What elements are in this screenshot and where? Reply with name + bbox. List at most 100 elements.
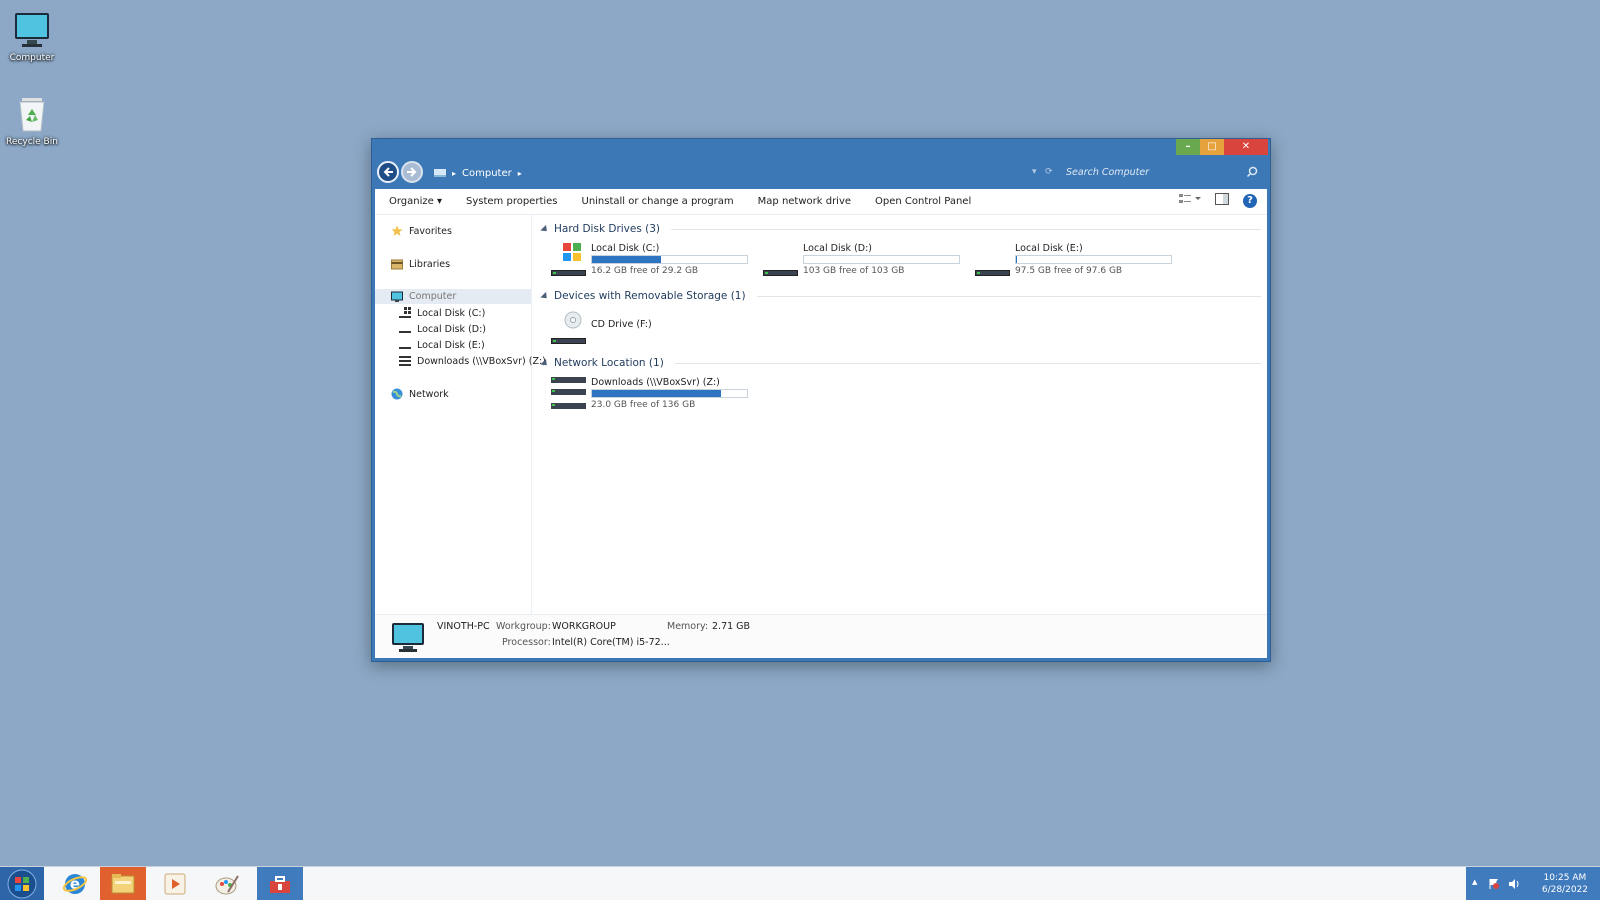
drive-icon <box>399 347 411 349</box>
dropdown-icon[interactable]: ▾ <box>1032 167 1037 177</box>
content-pane: Hard Disk Drives (3) Local Disk (C:) 16.… <box>533 215 1267 614</box>
search-input[interactable]: Search Computer <box>1062 163 1262 183</box>
nav-item-label: Computer <box>409 291 457 302</box>
network-drive-icon <box>399 356 411 366</box>
group-title: Hard Disk Drives (3) <box>554 223 661 235</box>
back-button[interactable] <box>377 161 399 183</box>
refresh-icon[interactable]: ⟳ <box>1045 167 1053 177</box>
hard-drive-icon <box>975 270 1010 276</box>
drive-tile-e[interactable]: Local Disk (E:) 97.5 GB free of 97.6 GB <box>973 241 1173 277</box>
view-controls: ? <box>1179 193 1257 208</box>
desktop-icon-computer[interactable]: Computer <box>0 10 64 63</box>
maximize-button[interactable]: □ <box>1200 139 1224 155</box>
drive-name: Local Disk (C:) <box>591 243 660 254</box>
address-controls: ▾ ⟳ <box>1032 167 1053 177</box>
toolbox-icon <box>270 876 290 893</box>
folder-icon <box>111 874 135 894</box>
taskbar-app-paint[interactable] <box>204 867 250 900</box>
drive-free-space: 103 GB free of 103 GB <box>803 266 905 276</box>
caption-buttons: – □ ✕ <box>1176 139 1268 155</box>
usage-bar <box>591 389 748 398</box>
recycle-bin-icon <box>12 94 52 134</box>
group-divider <box>756 295 1261 297</box>
drive-name: Local Disk (E:) <box>1015 243 1083 254</box>
globe-icon <box>391 388 403 400</box>
library-icon <box>391 259 403 270</box>
taskbar-app-ie[interactable]: e <box>52 867 98 900</box>
collapse-icon[interactable] <box>540 291 550 301</box>
nav-item-label: Downloads (\\VBoxSvr) (Z:) <box>417 355 546 367</box>
drive-tile-d[interactable]: Local Disk (D:) 103 GB free of 103 GB <box>761 241 961 277</box>
collapse-icon[interactable] <box>540 358 550 368</box>
nav-item-downloads[interactable]: Downloads (\\VBoxSvr) (Z:) <box>399 355 546 367</box>
group-header-network[interactable]: Network Location (1) <box>540 357 1261 369</box>
volume-icon[interactable] <box>1508 878 1520 890</box>
usage-bar <box>591 255 748 264</box>
drive-tile-c[interactable]: Local Disk (C:) 16.2 GB free of 29.2 GB <box>549 241 749 277</box>
drive-tile-f[interactable]: CD Drive (F:) <box>549 309 749 345</box>
computer-icon <box>392 623 424 652</box>
address-bar[interactable]: ▸ Computer ▸ <box>434 163 1024 183</box>
system-properties-button[interactable]: System properties <box>466 196 558 207</box>
windows-logo-icon <box>563 243 581 261</box>
processor-value: Intel(R) Core(TM) i5-72... <box>552 637 670 648</box>
taskbar-app-media-player[interactable] <box>152 867 198 900</box>
group-title: Devices with Removable Storage (1) <box>554 290 746 302</box>
group-header-removable[interactable]: Devices with Removable Storage (1) <box>540 290 1261 302</box>
clock[interactable]: 10:25 AM 6/28/2022 <box>1542 872 1588 896</box>
chevron-right-icon[interactable]: ▸ <box>452 169 456 178</box>
nav-item-disk-c[interactable]: Local Disk (C:) <box>399 307 485 319</box>
uninstall-program-button[interactable]: Uninstall or change a program <box>582 196 734 207</box>
nav-item-label: Local Disk (C:) <box>417 307 486 319</box>
drive-name: Downloads (\\VBoxSvr) (Z:) <box>591 377 720 388</box>
usage-fill <box>592 390 721 397</box>
network-drive-icon <box>551 377 586 409</box>
desktop-icon-recycle-bin[interactable]: Recycle Bin <box>0 94 64 147</box>
search-placeholder: Search Computer <box>1066 167 1150 178</box>
start-button[interactable] <box>0 867 44 900</box>
arrow-left-icon <box>383 167 393 177</box>
navigation-bar: ▸ Computer ▸ ▾ ⟳ Search Computer <box>372 157 1270 189</box>
help-icon[interactable]: ? <box>1243 193 1257 208</box>
nav-item-libraries[interactable]: Libraries <box>391 258 450 270</box>
navigation-pane: Favorites Libraries Computer Local Disk … <box>375 215 546 614</box>
preview-pane-icon[interactable] <box>1215 193 1229 208</box>
windows-logo-icon <box>7 869 37 899</box>
collapse-icon[interactable] <box>540 224 550 234</box>
chevron-right-icon[interactable]: ▸ <box>518 169 522 178</box>
details-pane: VINOTH-PC Workgroup: WORKGROUP Memory: 2… <box>375 614 1267 658</box>
action-center-flag-icon[interactable] <box>1488 878 1500 890</box>
nav-item-network[interactable]: Network <box>391 388 449 400</box>
star-icon <box>391 225 403 236</box>
drive-name: CD Drive (F:) <box>591 319 652 330</box>
minimize-button[interactable]: – <box>1176 139 1200 155</box>
cd-drive-icon <box>551 338 586 344</box>
forward-button[interactable] <box>401 161 423 183</box>
hard-drive-icon <box>763 270 798 276</box>
organize-button[interactable]: Organize ▾ <box>389 196 442 207</box>
drive-tile-z[interactable]: Downloads (\\VBoxSvr) (Z:) 23.0 GB free … <box>549 375 749 411</box>
usage-bar <box>1015 255 1172 264</box>
memory-value: 2.71 GB <box>712 621 751 632</box>
breadcrumb-computer[interactable]: Computer <box>462 168 512 179</box>
computer-icon <box>434 169 446 177</box>
memory-label: Memory: <box>667 621 709 632</box>
open-control-panel-button[interactable]: Open Control Panel <box>875 196 971 207</box>
nav-item-computer[interactable]: Computer <box>375 289 531 304</box>
nav-item-disk-d[interactable]: Local Disk (D:) <box>399 323 486 335</box>
explorer-window: – □ ✕ ▸ Computer ▸ ▾ ⟳ Search Computer O… <box>371 138 1271 662</box>
map-network-drive-button[interactable]: Map network drive <box>758 196 851 207</box>
nav-item-disk-e[interactable]: Local Disk (E:) <box>399 339 485 351</box>
drive-name: Local Disk (D:) <box>803 243 872 254</box>
nav-item-favorites[interactable]: Favorites <box>391 225 452 237</box>
change-view-icon[interactable] <box>1179 193 1201 208</box>
internet-explorer-icon: e <box>62 874 88 894</box>
show-hidden-icons-button[interactable]: ▲ <box>1472 878 1477 886</box>
nav-item-label: Favorites <box>409 225 452 237</box>
drive-free-space: 16.2 GB free of 29.2 GB <box>591 266 699 276</box>
group-header-hard-disks[interactable]: Hard Disk Drives (3) <box>540 223 1261 235</box>
search-icon[interactable] <box>1246 166 1258 178</box>
close-button[interactable]: ✕ <box>1224 139 1268 155</box>
taskbar-app-explorer[interactable] <box>100 867 146 900</box>
taskbar-app-tools[interactable] <box>257 867 303 900</box>
